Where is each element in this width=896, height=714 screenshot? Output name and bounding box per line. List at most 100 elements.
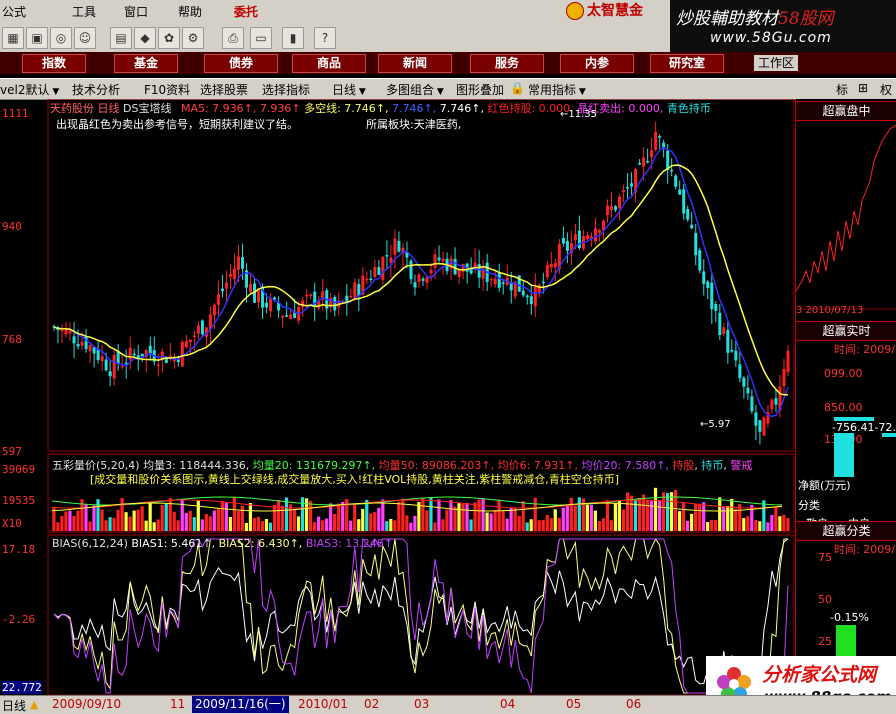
workarea-button[interactable]: 工作区 xyxy=(754,55,799,71)
chart-area[interactable]: 天药股份 日线 DS宝塔线 MA5: 7.936↑, 7.936↑ 多空线: 7… xyxy=(0,99,794,695)
candle-body xyxy=(754,412,758,426)
brand-name: 太智慧金 xyxy=(587,3,643,19)
chevron-down-icon: ▼ xyxy=(576,87,586,97)
candle-body xyxy=(188,339,192,343)
grid-icon[interactable]: ▦ xyxy=(2,27,24,49)
candle-body xyxy=(718,312,722,335)
chart-canvas[interactable] xyxy=(0,99,794,695)
volume-bar xyxy=(144,520,148,531)
intraday-header[interactable]: 超赢盘中 xyxy=(796,101,896,121)
candle-body xyxy=(750,396,754,412)
candle-body xyxy=(774,398,778,405)
menu-help[interactable]: 帮助 xyxy=(178,3,202,20)
layout-select[interactable]: vel2默认 ▼ xyxy=(0,81,59,98)
tech-analysis-button[interactable]: 技术分析 xyxy=(72,81,120,98)
volume-bar xyxy=(353,503,357,531)
doc-icon[interactable]: ▤ xyxy=(110,27,132,49)
print-icon[interactable]: ⎙ xyxy=(222,27,244,49)
category-header[interactable]: 超赢分类 xyxy=(796,521,896,541)
date-tick-0: 2009/09/10 xyxy=(52,697,122,711)
category-tick-50: 50 xyxy=(818,593,832,606)
volume-bar xyxy=(321,520,325,531)
candle-body xyxy=(585,235,589,239)
volume-bar xyxy=(393,520,397,531)
volume-bar xyxy=(597,521,601,531)
bias3-value: BIAS3: 13.246 xyxy=(305,537,384,550)
candle-body xyxy=(686,209,690,220)
tab-fund[interactable]: 基金 xyxy=(114,54,178,73)
volume-bar xyxy=(341,501,345,531)
intraday-code: 3 2010/07/13 xyxy=(796,305,864,316)
common-indicator-select[interactable]: 常用指标 ▼ xyxy=(528,81,586,98)
volume-bar xyxy=(774,507,778,531)
overlay-button[interactable]: 图形叠加 xyxy=(456,81,504,98)
candle-body xyxy=(309,294,313,296)
volume-bar xyxy=(369,513,373,531)
volume-bar xyxy=(690,513,694,531)
candle-body xyxy=(393,238,397,255)
tab-research[interactable]: 研究室 xyxy=(650,54,724,73)
candle-body xyxy=(156,364,160,367)
common-indicator-label: 常用指标 xyxy=(528,83,577,97)
tab-service[interactable]: 服务 xyxy=(470,54,544,73)
mark-button[interactable]: 标 xyxy=(836,81,848,98)
volume-bar xyxy=(76,510,80,531)
volume-bar xyxy=(116,509,120,531)
volume-bar xyxy=(208,516,212,531)
volume-bar xyxy=(164,503,168,531)
candle-body xyxy=(377,267,381,275)
volume-bar xyxy=(509,507,513,531)
volume-bar xyxy=(244,522,249,531)
lock-icon[interactable]: 🔒 xyxy=(510,81,525,95)
volume-tick-unit: X10 xyxy=(2,517,22,530)
candle-body xyxy=(533,286,537,307)
expand-button[interactable]: ⊞ xyxy=(858,81,868,95)
candy-icon[interactable]: ✿ xyxy=(158,27,180,49)
volume-bar xyxy=(224,502,228,531)
select-indicator-button[interactable]: 选择指标 xyxy=(262,81,310,98)
volume-bar xyxy=(541,519,545,531)
users-icon[interactable]: ☺ xyxy=(74,27,96,49)
candle-body xyxy=(417,274,421,283)
candle-body xyxy=(782,369,786,387)
bookmark-icon[interactable]: ▣ xyxy=(26,27,48,49)
tab-commodity[interactable]: 商品 xyxy=(292,54,366,73)
volume-bar xyxy=(730,498,734,531)
help-cursor-icon[interactable]: ? xyxy=(314,27,336,49)
menu-trade[interactable]: 委托 xyxy=(234,3,258,20)
volume-bar xyxy=(714,519,718,531)
period-tab[interactable]: 日线 xyxy=(2,697,26,714)
menu-tools[interactable]: 工具 xyxy=(72,3,96,20)
diamond-icon[interactable]: ◆ xyxy=(134,27,156,49)
candle-body xyxy=(421,278,425,281)
settings-icon[interactable]: ⚙ xyxy=(182,27,204,49)
tab-insider[interactable]: 内参 xyxy=(560,54,634,73)
candle-body xyxy=(577,230,581,249)
volume-bar xyxy=(702,502,706,531)
select-stock-button[interactable]: 选择股票 xyxy=(200,81,248,98)
volume-bar xyxy=(272,504,277,531)
binoculars-icon[interactable]: ◎ xyxy=(50,27,72,49)
candle-body xyxy=(285,315,289,317)
volume-bar xyxy=(276,499,281,531)
rights-button[interactable]: 权 xyxy=(880,81,892,98)
volume-bar xyxy=(549,518,553,531)
tab-index[interactable]: 指数 xyxy=(22,54,86,73)
period-select[interactable]: 日线 ▼ xyxy=(332,81,366,98)
candle-body xyxy=(429,269,433,274)
candle-body xyxy=(638,163,642,165)
tab-news[interactable]: 新闻 xyxy=(378,54,452,73)
tab-bond[interactable]: 债券 xyxy=(204,54,278,73)
candle-body xyxy=(545,264,549,278)
menu-window[interactable]: 窗口 xyxy=(124,3,148,20)
multi-chart-select[interactable]: 多图组合 ▼ xyxy=(386,81,444,98)
realtime-header[interactable]: 超赢实时 xyxy=(796,321,896,341)
f10-button[interactable]: F10资料 xyxy=(144,81,190,98)
candle-body xyxy=(601,220,605,231)
window-icon[interactable]: ▭ xyxy=(250,27,272,49)
watermark-title: 炒股輔助教材58股网 xyxy=(676,4,834,29)
price-note: 出现晶红色为卖出参考信号，短期获利建议了结。 xyxy=(56,118,298,131)
period-select-label: 日线 xyxy=(332,83,357,97)
chart-icon[interactable]: ▮ xyxy=(282,27,304,49)
menu-formula[interactable]: 公式 xyxy=(2,3,26,20)
